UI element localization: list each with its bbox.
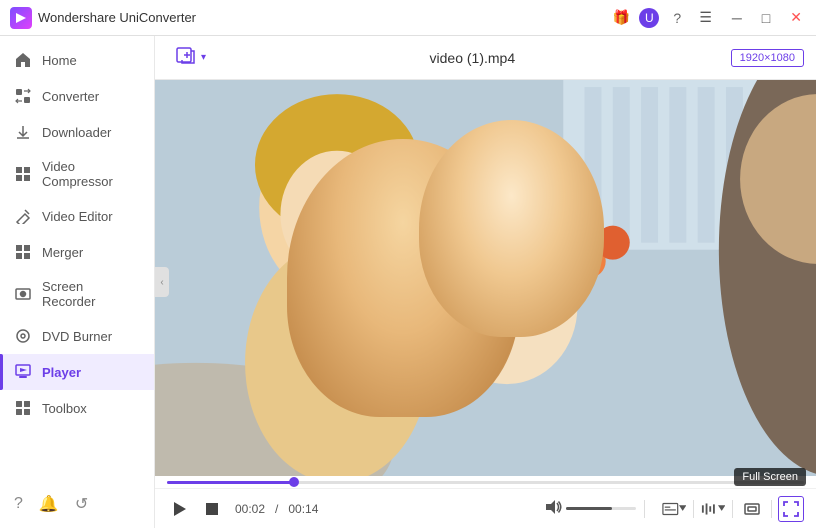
video-container[interactable] — [155, 80, 816, 476]
divider-2 — [693, 500, 694, 518]
title-bar-actions: 🎁 U ? — [611, 8, 687, 28]
screen-recorder-icon — [14, 285, 32, 303]
sidebar-label-toolbox: Toolbox — [42, 401, 87, 416]
help-icon[interactable]: ? — [667, 8, 687, 28]
converter-icon — [14, 87, 32, 105]
gift-icon[interactable]: 🎁 — [611, 8, 631, 28]
volume-fill — [566, 507, 612, 510]
progress-thumb[interactable] — [289, 477, 299, 487]
play-button[interactable] — [167, 496, 193, 522]
stop-button[interactable] — [199, 496, 225, 522]
sidebar-item-converter[interactable]: Converter — [0, 78, 154, 114]
time-display: 00:02 — [235, 502, 265, 516]
home-icon — [14, 51, 32, 69]
sidebar-label-home: Home — [42, 53, 77, 68]
progress-fill — [167, 481, 294, 484]
app-logo: Wondershare UniConverter — [10, 7, 196, 29]
toolbox-icon — [14, 399, 32, 417]
video-editor-icon — [14, 207, 32, 225]
add-file-button[interactable]: ▾ — [167, 40, 214, 76]
sidebar-label-dvd-burner: DVD Burner — [42, 329, 112, 344]
title-bar: Wondershare UniConverter 🎁 U ? ☰ ─ □ ✕ — [0, 0, 816, 36]
add-file-icon — [175, 44, 197, 72]
sidebar-label-player: Player — [42, 365, 81, 380]
sidebar-bottom: ? 🔔 ↺ — [0, 486, 154, 522]
right-controls — [661, 496, 804, 522]
sidebar-collapse-handle[interactable]: ‹ — [155, 267, 169, 297]
caption-button[interactable] — [661, 496, 687, 522]
main-layout: Home Converter Downloader — [0, 36, 816, 528]
sidebar-item-video-compressor[interactable]: Video Compressor — [0, 150, 154, 198]
sidebar-label-merger: Merger — [42, 245, 83, 260]
progress-bar-container[interactable] — [167, 476, 804, 488]
sidebar-item-toolbox[interactable]: Toolbox — [0, 390, 154, 426]
file-name: video (1).mp4 — [222, 50, 723, 66]
help-bottom-icon[interactable]: ? — [14, 495, 23, 513]
time-separator: / — [275, 502, 278, 516]
sidebar-label-downloader: Downloader — [42, 125, 111, 140]
time-total: 00:14 — [288, 502, 318, 516]
divider-4 — [771, 500, 772, 518]
merger-icon — [14, 243, 32, 261]
dvd-burner-icon — [14, 327, 32, 345]
minimize-button[interactable]: ─ — [728, 8, 746, 28]
sidebar-item-screen-recorder[interactable]: Screen Recorder — [0, 270, 154, 318]
video-compressor-icon — [14, 165, 32, 183]
user-icon[interactable]: U — [639, 8, 659, 28]
fullscreen-tooltip: Full Screen — [734, 468, 806, 486]
fullscreen-button[interactable] — [778, 496, 804, 522]
hamburger-icon[interactable]: ☰ — [695, 7, 716, 28]
sidebar-label-video-editor: Video Editor — [42, 209, 113, 224]
volume-slider[interactable] — [566, 507, 636, 510]
volume-icon[interactable] — [546, 500, 562, 517]
maximize-button[interactable]: □ — [758, 8, 774, 28]
sidebar-item-home[interactable]: Home — [0, 42, 154, 78]
divider-1 — [644, 500, 645, 518]
sidebar: Home Converter Downloader — [0, 36, 155, 528]
app-title: Wondershare UniConverter — [38, 10, 196, 25]
controls-bar: 00:02 / 00:14 — [155, 488, 816, 528]
sidebar-item-dvd-burner[interactable]: DVD Burner — [0, 318, 154, 354]
bell-icon[interactable]: 🔔 — [39, 494, 59, 514]
downloader-icon — [14, 123, 32, 141]
progress-area — [155, 476, 816, 488]
sidebar-item-merger[interactable]: Merger — [0, 234, 154, 270]
progress-track[interactable] — [167, 481, 804, 484]
window-controls: ☰ ─ □ ✕ — [695, 7, 806, 28]
sidebar-label-video-compressor: Video Compressor — [42, 159, 140, 189]
video-scene — [155, 80, 816, 476]
dropdown-arrow: ▾ — [201, 52, 206, 63]
sidebar-item-video-editor[interactable]: Video Editor — [0, 198, 154, 234]
content-area: ‹ ▾ video (1).mp4 1920×1080 — [155, 36, 816, 528]
audio-track-button[interactable] — [700, 496, 726, 522]
player-icon — [14, 363, 32, 381]
aspect-ratio-button[interactable] — [739, 496, 765, 522]
sidebar-item-downloader[interactable]: Downloader — [0, 114, 154, 150]
close-button[interactable]: ✕ — [786, 7, 806, 28]
resolution-badge: 1920×1080 — [731, 49, 804, 67]
player-toolbar: ▾ video (1).mp4 1920×1080 — [155, 36, 816, 80]
refresh-icon[interactable]: ↺ — [75, 494, 88, 514]
sidebar-label-converter: Converter — [42, 89, 99, 104]
sidebar-item-player[interactable]: Player — [0, 354, 154, 390]
logo-icon — [10, 7, 32, 29]
sidebar-label-screen-recorder: Screen Recorder — [42, 279, 140, 309]
divider-3 — [732, 500, 733, 518]
volume-section — [546, 500, 636, 517]
